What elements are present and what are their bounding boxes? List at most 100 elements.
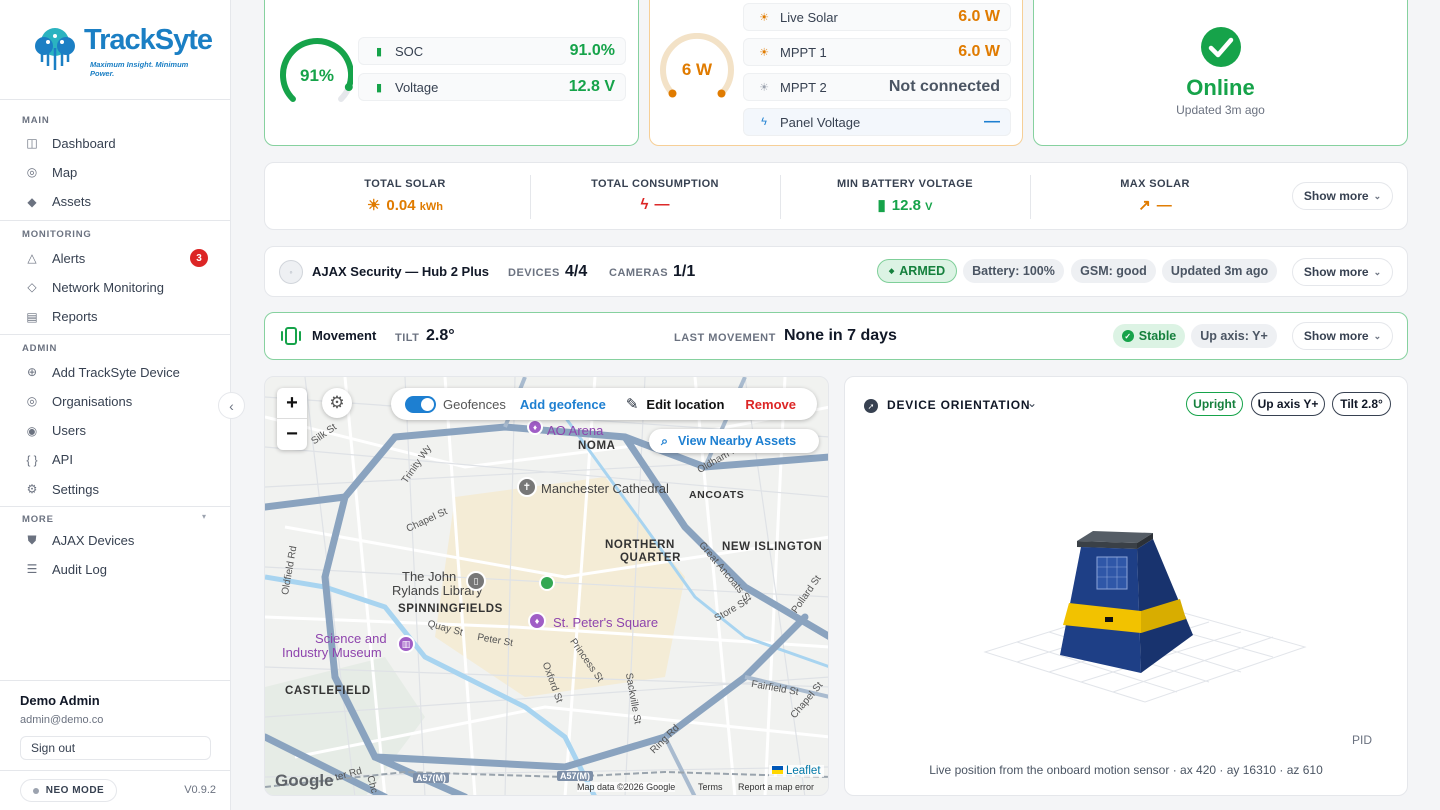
zoom-out-button[interactable]: − xyxy=(277,419,307,449)
sidebar-item-api[interactable]: { } API xyxy=(22,448,212,472)
solar-row-label: Panel Voltage xyxy=(780,114,861,130)
stable-label: Stable xyxy=(1138,329,1177,343)
terms-link[interactable]: Terms xyxy=(698,782,723,792)
stats-show-more-button[interactable]: Show more ⌄ xyxy=(1292,182,1393,210)
solar-row-value: — xyxy=(984,113,1000,130)
stat-value: — xyxy=(1156,197,1172,214)
sidebar-item-assets[interactable]: ◆ Assets xyxy=(22,190,212,214)
geofences-toggle[interactable] xyxy=(405,395,436,413)
devices-value: 4/4 xyxy=(565,263,588,280)
sidebar-item-add-tracksyte-device[interactable]: ⊕ Add TrackSyte Device xyxy=(22,360,212,384)
section-admin: ADMIN xyxy=(22,343,58,354)
pid-label: PID xyxy=(1351,733,1372,747)
edit-location-button[interactable]: Edit location xyxy=(646,397,724,412)
map-toolbar: Geofences Add geofence ✎ Edit location R… xyxy=(391,388,817,420)
mode-dot-icon xyxy=(32,787,39,794)
poi-label[interactable]: Manchester Cathedral xyxy=(541,481,669,496)
add-geofence-button[interactable]: Add geofence xyxy=(520,397,606,412)
battery-gauge-value: 91% xyxy=(300,66,334,85)
shield-icon: ⛊ xyxy=(27,532,37,547)
poi-label[interactable]: AO Arena xyxy=(547,423,603,438)
solar-row-label: MPPT 1 xyxy=(780,44,827,60)
museum-pin-icon[interactable]: ▥ xyxy=(397,635,415,653)
movement-card: Movement TILT 2.8° LAST MOVEMENT None in… xyxy=(264,312,1408,360)
poi-label[interactable]: Industry Museum xyxy=(282,645,382,660)
sidebar-item-label: Dashboard xyxy=(52,135,116,151)
building-icon: ◎ xyxy=(26,394,38,409)
sidebar-item-ajax-devices[interactable]: ⛊ AJAX Devices xyxy=(22,528,212,552)
arena-pin-icon[interactable]: ♦ xyxy=(527,419,543,435)
report-map-error-link[interactable]: Report a map error xyxy=(738,782,814,792)
diamond-icon: ◆ xyxy=(27,194,37,209)
tracksyte-logo[interactable]: TrackSyte Maximum Insight. Minimum Power… xyxy=(30,22,213,78)
orientation-dropdown-chevron-icon[interactable]: ⌄ xyxy=(1027,396,1037,410)
chevron-down-icon: ⌄ xyxy=(1373,190,1382,201)
ajax-show-more-button[interactable]: Show more ⌄ xyxy=(1292,258,1393,286)
battery-icon: ▮ xyxy=(375,81,383,94)
solar-row-mppt-2: ☀ MPPT 2 Not connected xyxy=(743,73,1011,101)
warning-icon: △ xyxy=(27,251,37,265)
voltage-value: 12.8 V xyxy=(568,78,615,95)
poi-label[interactable]: St. Peter's Square xyxy=(553,615,658,630)
poi-label[interactable]: Science and xyxy=(315,631,387,646)
cameras-label: CAMERAS xyxy=(609,267,669,279)
voltage-row: ▮ Voltage 12.8 V xyxy=(358,73,626,101)
ajax-title: AJAX Security — Hub 2 Plus xyxy=(312,264,489,279)
sidebar-item-dashboard[interactable]: ◫ Dashboard xyxy=(22,131,212,155)
stat-unit: V xyxy=(925,201,933,213)
sidebar-item-network-monitoring[interactable]: ◇ Network Monitoring xyxy=(22,275,212,299)
sidebar-item-reports[interactable]: ▤ Reports xyxy=(22,305,212,329)
sidebar-item-map[interactable]: ◎ Map xyxy=(22,160,212,184)
chevron-down-icon: ⌄ xyxy=(1373,330,1382,341)
armed-badge: ◆ ARMED xyxy=(877,259,957,283)
device-location-marker[interactable] xyxy=(539,575,555,591)
plus-circle-icon: ⊕ xyxy=(26,365,38,379)
zoom-in-button[interactable]: + xyxy=(277,388,307,419)
cameras-value: 1/1 xyxy=(673,263,696,280)
movement-show-more-button[interactable]: Show more ⌄ xyxy=(1292,322,1393,350)
movement-title: Movement xyxy=(312,328,377,343)
neo-mode-toggle[interactable]: NEO MODE xyxy=(20,779,117,802)
sidebar-item-users[interactable]: ◉ Users xyxy=(22,419,212,443)
square-pin-icon[interactable]: ♦ xyxy=(528,612,546,630)
sidebar-item-audit-log[interactable]: ☰ Audit Log xyxy=(22,557,212,581)
sidebar-item-settings[interactable]: ⚙ Settings xyxy=(22,477,212,501)
stat-value: 12.8 xyxy=(891,197,921,214)
section-main: MAIN xyxy=(22,115,50,126)
solar-row-value: 6.0 W xyxy=(958,8,1000,25)
orientation-title: DEVICE ORIENTATION xyxy=(887,398,1031,412)
sidebar-item-organisations[interactable]: ◎ Organisations xyxy=(22,389,212,413)
map-card[interactable]: NOMA ANCOATS NORTHERN QUARTER NEW ISLING… xyxy=(264,376,829,796)
library-pin-icon[interactable]: ▯ xyxy=(466,571,486,591)
more-chevron-icon[interactable]: ▾ xyxy=(202,512,206,521)
edit-location-pin-icon: ✎ xyxy=(625,396,639,413)
soc-value: 91.0% xyxy=(569,42,615,59)
chevron-down-icon: ⌄ xyxy=(1373,266,1382,277)
view-nearby-label: View Nearby Assets xyxy=(678,434,797,448)
logo-tree-icon xyxy=(35,28,75,70)
sidebar-item-label: Reports xyxy=(52,309,98,325)
show-more-label: Show more xyxy=(1303,189,1369,203)
map-settings-gear-icon[interactable]: ⚙ xyxy=(322,388,352,418)
compass-icon: ➚ xyxy=(864,399,878,413)
poi-label[interactable]: The John xyxy=(402,569,456,584)
hub-icon: ◦ xyxy=(279,260,303,284)
status-updated: Updated 3m ago xyxy=(1176,103,1265,117)
remove-location-button[interactable]: Remove xyxy=(745,397,796,412)
vibration-icon xyxy=(281,327,301,345)
status-text: Online xyxy=(1186,75,1255,100)
area-label: NEW ISLINGTON xyxy=(722,541,823,553)
leaflet-link[interactable]: Leaflet xyxy=(769,765,824,777)
sign-out-button[interactable]: Sign out xyxy=(20,736,211,760)
collapse-sidebar-button[interactable]: ‹ xyxy=(218,392,245,419)
stat-label: MAX SOLAR xyxy=(1120,178,1190,190)
sidebar-item-label: Map xyxy=(52,164,78,180)
bolt-icon: ϟ xyxy=(761,116,767,128)
voltage-label: Voltage xyxy=(395,79,439,95)
stat-total-consumption: TOTAL CONSUMPTION ϟ — xyxy=(555,178,755,213)
cathedral-pin-icon[interactable]: ✝ xyxy=(517,477,537,497)
sidebar-item-label: Alerts xyxy=(52,250,86,266)
view-nearby-assets-button[interactable]: ⌕ View Nearby Assets xyxy=(649,429,819,453)
show-more-label: Show more xyxy=(1303,329,1369,343)
sidebar-item-alerts[interactable]: △ Alerts 3 xyxy=(22,246,212,270)
